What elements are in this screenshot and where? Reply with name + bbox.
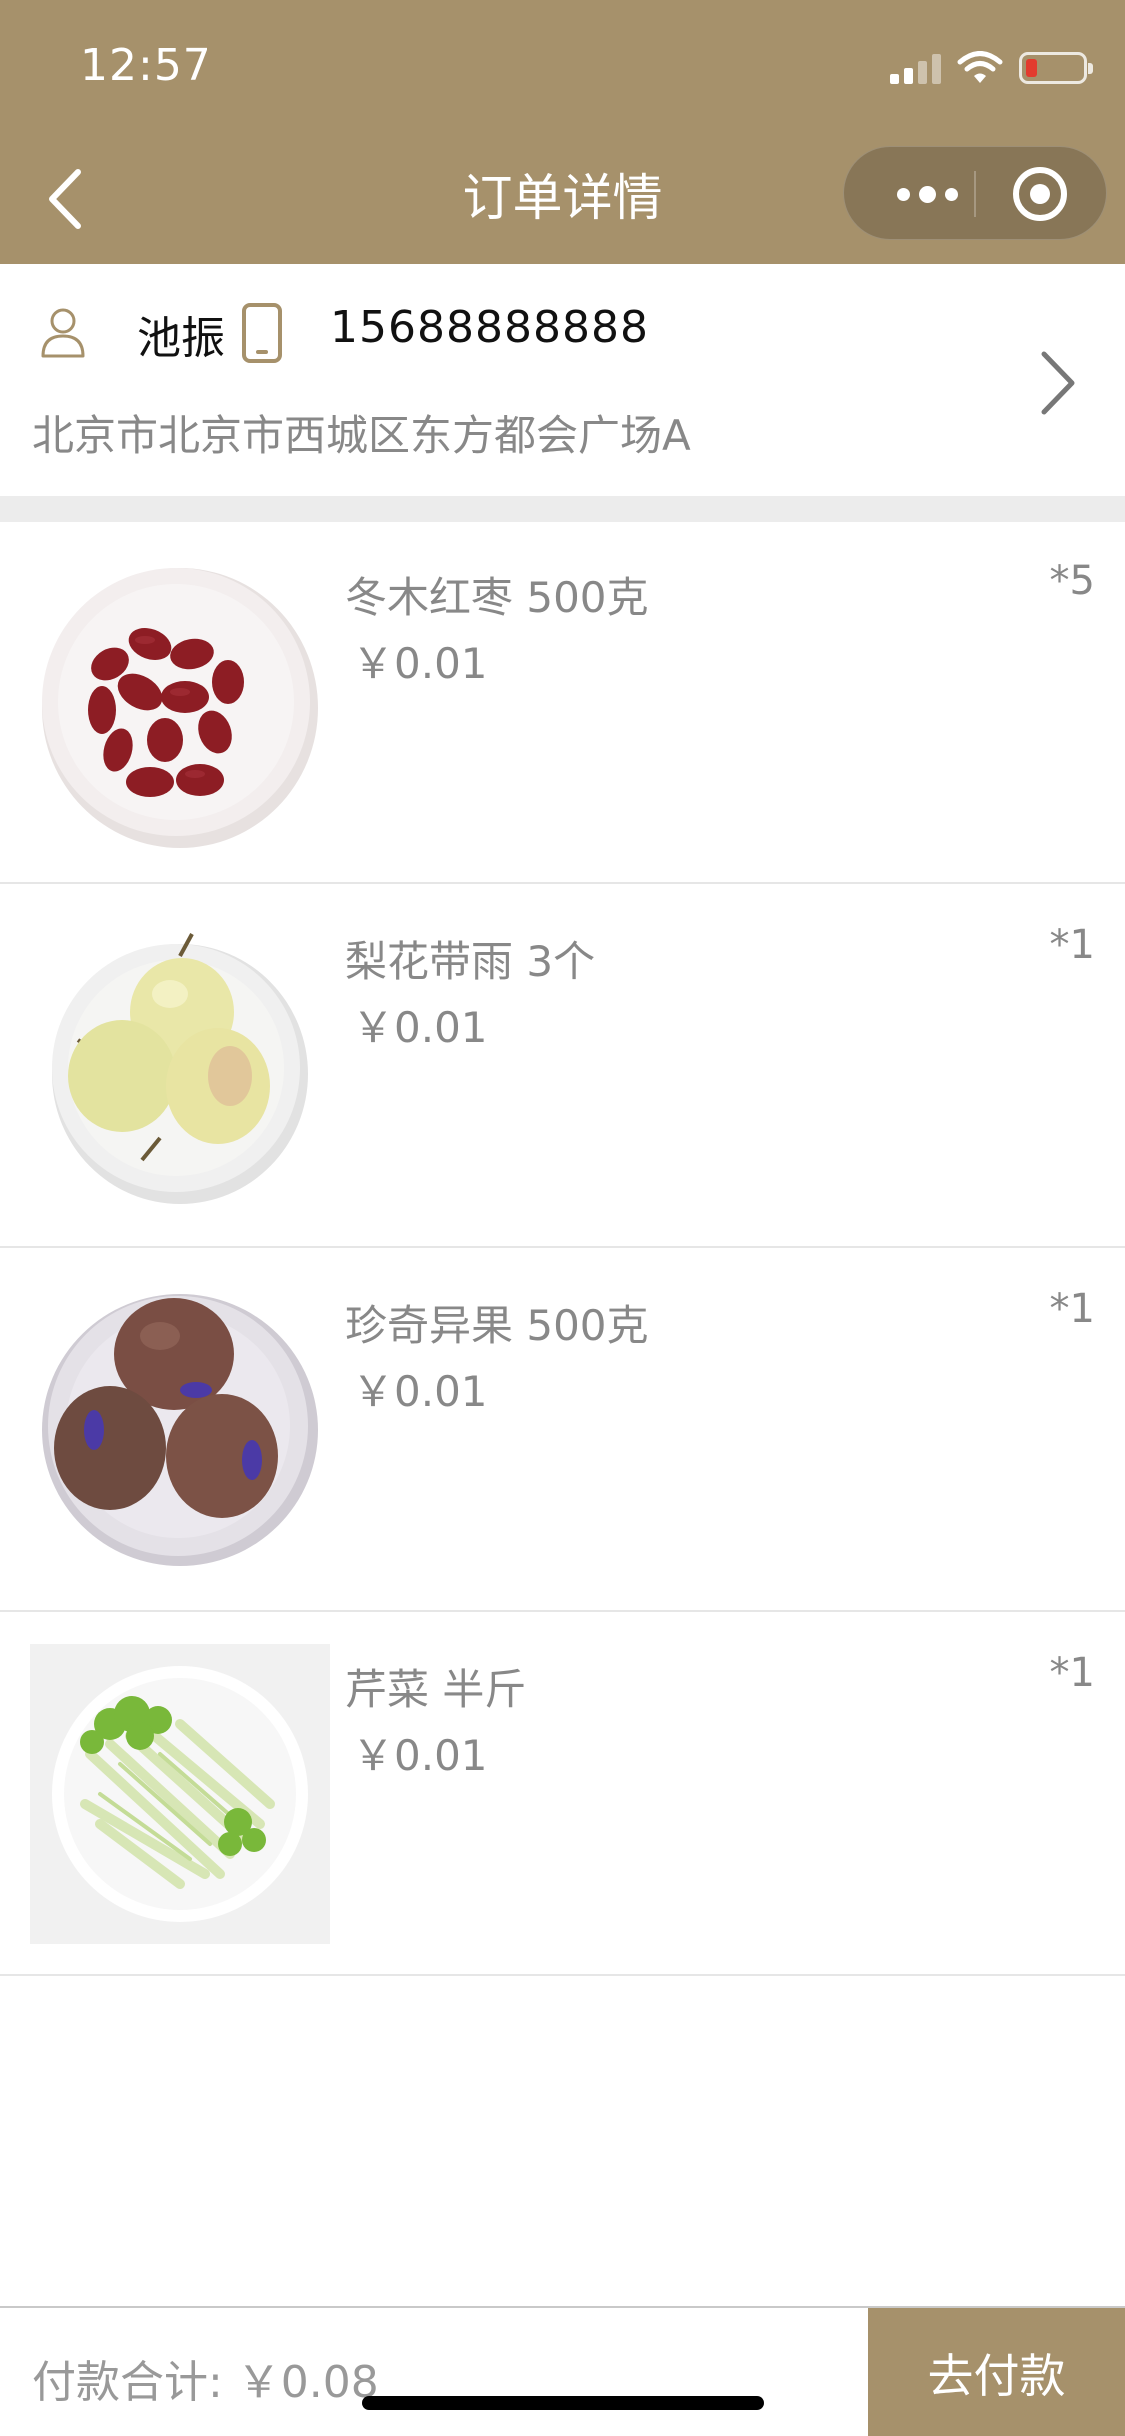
item-name: 冬木红枣 500克 [345,573,649,622]
order-item: 芹菜 半斤 ￥0.01 *1 [0,1614,1125,1976]
celery-photo [30,1644,330,1944]
recipient-phone: 15688888888 [330,302,649,353]
close-miniprogram-icon[interactable] [1013,167,1067,221]
chevron-right-icon [1041,351,1075,415]
item-price: ￥0.01 [352,639,488,688]
pears-photo [30,916,330,1216]
header-bar: 12:57 订单详情 [0,0,1125,264]
item-quantity: *1 [1049,1650,1095,1696]
order-item: 梨花带雨 3个 ￥0.01 *1 [0,886,1125,1248]
item-name: 芹菜 半斤 [345,1665,527,1714]
signal-icon [890,52,941,84]
wifi-icon [957,51,1003,83]
status-time: 12:57 [80,40,212,91]
order-item: 珍奇异果 500克 ￥0.01 *1 [0,1250,1125,1612]
item-name: 珍奇异果 500克 [345,1301,649,1350]
more-menu-icon[interactable] [882,147,972,241]
pay-button[interactable]: 去付款 [868,2308,1125,2436]
red-dates-photo [30,552,330,852]
item-quantity: *1 [1049,922,1095,968]
item-price: ￥0.01 [352,1367,488,1416]
item-quantity: *1 [1049,1286,1095,1332]
total-amount: 付款合计: ￥0.08 [32,2357,379,2408]
status-icons [890,48,1093,88]
order-item: 冬木红枣 500克 ￥0.01 *5 [0,522,1125,884]
capsule-divider [974,171,976,217]
kiwi-photo [30,1280,330,1580]
recipient-address: 北京市北京市西城区东方都会广场A [32,411,691,460]
section-divider [0,496,1125,522]
battery-icon [1019,52,1093,84]
item-price: ￥0.01 [352,1731,488,1780]
item-quantity: *5 [1049,558,1095,604]
item-price: ￥0.01 [352,1003,488,1052]
checkout-bar: 付款合计: ￥0.08 去付款 [0,2306,1125,2436]
phone-icon [242,303,282,363]
home-indicator [362,2396,764,2410]
miniprogram-capsule [843,146,1107,240]
recipient-name: 池振 [137,313,225,364]
user-icon [41,308,85,358]
item-name: 梨花带雨 3个 [345,937,596,986]
address-card[interactable]: 池振 15688888888 北京市北京市西城区东方都会广场A [0,264,1125,496]
